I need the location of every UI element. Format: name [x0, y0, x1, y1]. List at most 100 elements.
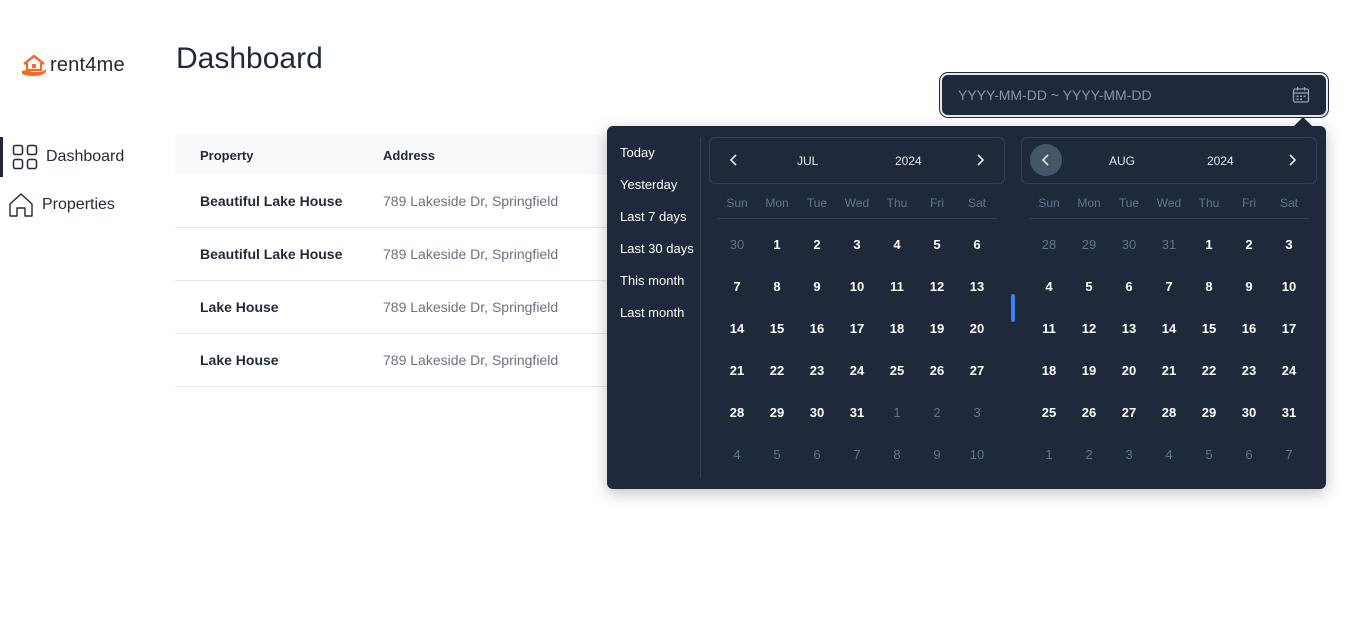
preset-last-7-days[interactable]: Last 7 days — [607, 200, 701, 232]
day-cell[interactable]: 26 — [917, 349, 957, 391]
day-cell-outside-month[interactable]: 9 — [917, 433, 957, 475]
day-cell[interactable]: 23 — [797, 349, 837, 391]
next-month-button[interactable] — [1276, 144, 1308, 176]
day-cell[interactable]: 24 — [837, 349, 877, 391]
day-cell[interactable]: 22 — [1189, 349, 1229, 391]
day-cell[interactable]: 18 — [877, 307, 917, 349]
preset-this-month[interactable]: This month — [607, 264, 701, 296]
day-cell[interactable]: 29 — [757, 391, 797, 433]
preset-last-30-days[interactable]: Last 30 days — [607, 232, 701, 264]
sidebar-item-properties[interactable]: Properties — [0, 185, 160, 225]
day-cell[interactable]: 5 — [917, 223, 957, 265]
day-cell-outside-month[interactable]: 2 — [1069, 433, 1109, 475]
day-cell[interactable]: 30 — [1229, 391, 1269, 433]
day-cell-outside-month[interactable]: 3 — [1109, 433, 1149, 475]
day-cell[interactable]: 21 — [1149, 349, 1189, 391]
day-cell[interactable]: 4 — [1029, 265, 1069, 307]
day-cell-outside-month[interactable]: 4 — [717, 433, 757, 475]
day-cell[interactable]: 31 — [837, 391, 877, 433]
prev-month-button[interactable] — [1030, 144, 1062, 176]
prev-month-button[interactable] — [718, 144, 750, 176]
day-cell[interactable]: 16 — [797, 307, 837, 349]
day-cell[interactable]: 27 — [1109, 391, 1149, 433]
day-cell[interactable]: 5 — [1069, 265, 1109, 307]
day-cell[interactable]: 11 — [1029, 307, 1069, 349]
day-cell[interactable]: 23 — [1229, 349, 1269, 391]
day-cell[interactable]: 6 — [1109, 265, 1149, 307]
day-cell-outside-month[interactable]: 1 — [877, 391, 917, 433]
preset-today[interactable]: Today — [607, 136, 701, 168]
date-range-input[interactable]: YYYY-MM-DD ~ YYYY-MM-DD — [940, 73, 1328, 117]
day-cell[interactable]: 3 — [837, 223, 877, 265]
day-cell[interactable]: 9 — [797, 265, 837, 307]
day-cell-outside-month[interactable]: 7 — [1269, 433, 1309, 475]
year-label[interactable]: 2024 — [1207, 154, 1234, 168]
day-cell[interactable]: 29 — [1189, 391, 1229, 433]
day-cell[interactable]: 25 — [1029, 391, 1069, 433]
day-cell[interactable]: 14 — [717, 307, 757, 349]
table-row[interactable]: Lake House 789 Lakeside Dr, Springfield — [175, 334, 615, 387]
day-cell-outside-month[interactable]: 5 — [1189, 433, 1229, 475]
day-cell-outside-month[interactable]: 30 — [1109, 223, 1149, 265]
day-cell-outside-month[interactable]: 28 — [1029, 223, 1069, 265]
day-cell-outside-month[interactable]: 6 — [1229, 433, 1269, 475]
day-cell-outside-month[interactable]: 31 — [1149, 223, 1189, 265]
day-cell[interactable]: 31 — [1269, 391, 1309, 433]
day-cell[interactable]: 28 — [1149, 391, 1189, 433]
table-row[interactable]: Lake House 789 Lakeside Dr, Springfield — [175, 281, 615, 334]
month-label[interactable]: JUL — [797, 154, 818, 168]
day-cell[interactable]: 17 — [1269, 307, 1309, 349]
day-cell[interactable]: 22 — [757, 349, 797, 391]
day-cell[interactable]: 12 — [1069, 307, 1109, 349]
day-cell[interactable]: 13 — [957, 265, 997, 307]
day-cell[interactable]: 20 — [957, 307, 997, 349]
day-cell[interactable]: 19 — [917, 307, 957, 349]
day-cell[interactable]: 28 — [717, 391, 757, 433]
day-cell[interactable]: 19 — [1069, 349, 1109, 391]
day-cell[interactable]: 2 — [1229, 223, 1269, 265]
day-cell[interactable]: 10 — [837, 265, 877, 307]
day-cell[interactable]: 1 — [1189, 223, 1229, 265]
day-cell[interactable]: 1 — [757, 223, 797, 265]
day-cell[interactable]: 16 — [1229, 307, 1269, 349]
day-cell-outside-month[interactable]: 3 — [957, 391, 997, 433]
day-cell[interactable]: 14 — [1149, 307, 1189, 349]
day-cell[interactable]: 2 — [797, 223, 837, 265]
day-cell-outside-month[interactable]: 4 — [1149, 433, 1189, 475]
sidebar-item-dashboard[interactable]: Dashboard — [0, 137, 160, 177]
day-cell[interactable]: 6 — [957, 223, 997, 265]
day-cell-outside-month[interactable]: 6 — [797, 433, 837, 475]
day-cell-outside-month[interactable]: 10 — [957, 433, 997, 475]
day-cell[interactable]: 17 — [837, 307, 877, 349]
day-cell[interactable]: 10 — [1269, 265, 1309, 307]
day-cell-outside-month[interactable]: 2 — [917, 391, 957, 433]
day-cell[interactable]: 26 — [1069, 391, 1109, 433]
day-cell-outside-month[interactable]: 5 — [757, 433, 797, 475]
day-cell-outside-month[interactable]: 8 — [877, 433, 917, 475]
day-cell-outside-month[interactable]: 30 — [717, 223, 757, 265]
day-cell[interactable]: 8 — [1189, 265, 1229, 307]
day-cell[interactable]: 21 — [717, 349, 757, 391]
day-cell-outside-month[interactable]: 1 — [1029, 433, 1069, 475]
day-cell[interactable]: 8 — [757, 265, 797, 307]
calendar-icon[interactable] — [1292, 86, 1310, 104]
day-cell[interactable]: 7 — [1149, 265, 1189, 307]
scroll-indicator[interactable] — [1011, 294, 1015, 322]
preset-last-month[interactable]: Last month — [607, 296, 701, 328]
next-month-button[interactable] — [964, 144, 996, 176]
day-cell[interactable]: 15 — [757, 307, 797, 349]
day-cell-outside-month[interactable]: 7 — [837, 433, 877, 475]
day-cell[interactable]: 12 — [917, 265, 957, 307]
day-cell[interactable]: 18 — [1029, 349, 1069, 391]
table-row[interactable]: Beautiful Lake House 789 Lakeside Dr, Sp… — [175, 175, 615, 228]
column-header-property[interactable]: Property — [175, 148, 383, 163]
day-cell[interactable]: 27 — [957, 349, 997, 391]
day-cell[interactable]: 7 — [717, 265, 757, 307]
month-label[interactable]: AUG — [1109, 154, 1135, 168]
year-label[interactable]: 2024 — [895, 154, 922, 168]
day-cell-outside-month[interactable]: 29 — [1069, 223, 1109, 265]
table-row[interactable]: Beautiful Lake House 789 Lakeside Dr, Sp… — [175, 228, 615, 281]
day-cell[interactable]: 11 — [877, 265, 917, 307]
day-cell[interactable]: 4 — [877, 223, 917, 265]
day-cell[interactable]: 30 — [797, 391, 837, 433]
